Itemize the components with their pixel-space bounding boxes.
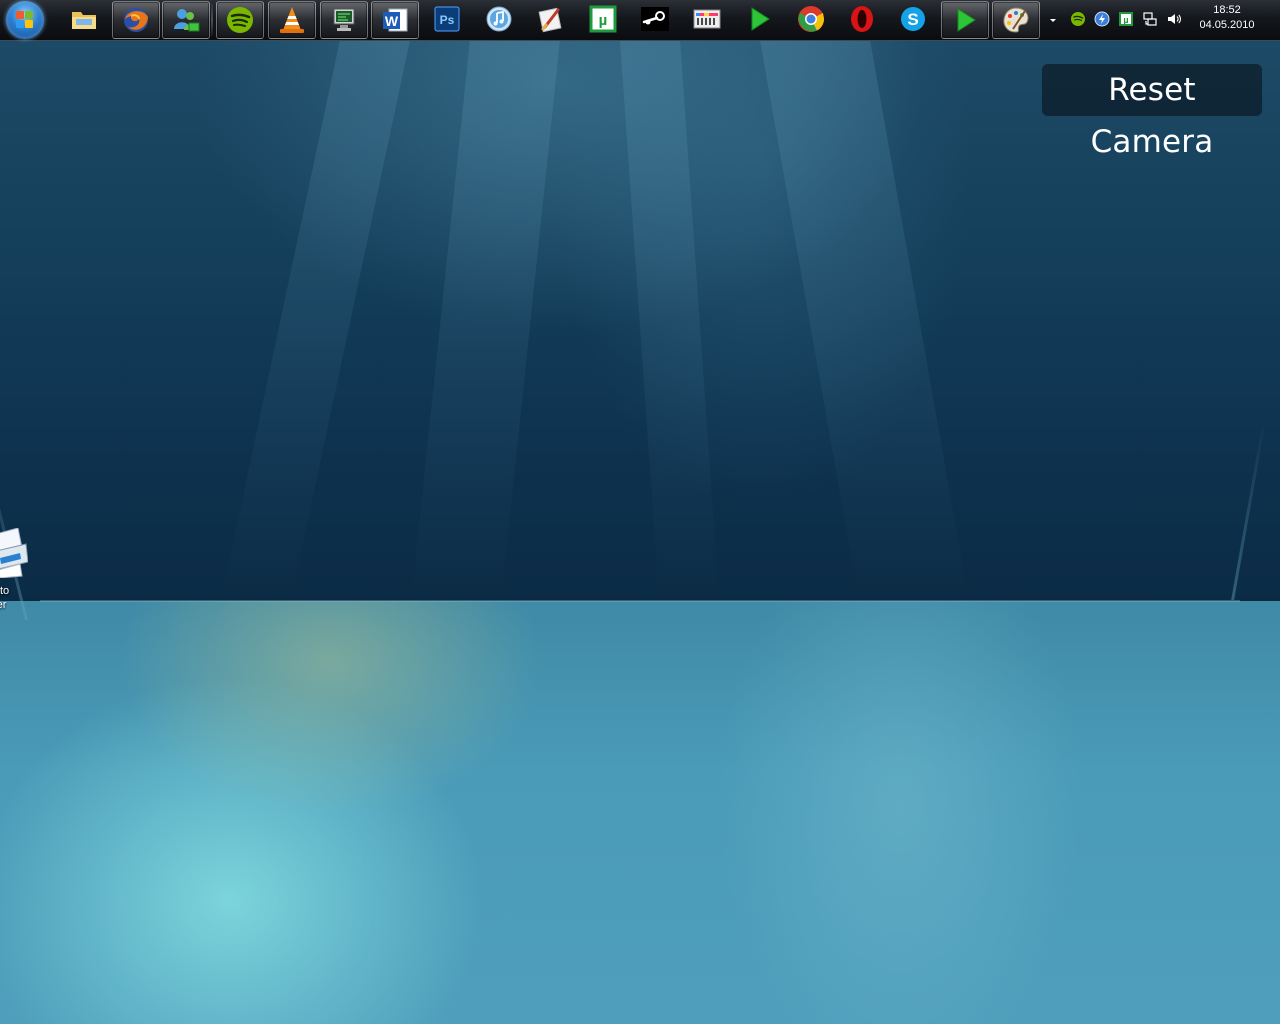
- taskbar: W Ps µ S µ 18:52 04.05.2010: [0, 0, 1280, 41]
- taskbar-spotify[interactable]: [216, 1, 264, 39]
- word-icon: W: [383, 8, 408, 32]
- itunes-icon: [486, 6, 512, 32]
- taskbar-chrome[interactable]: [788, 1, 834, 37]
- light-ray: [411, 40, 560, 600]
- back-wall: [0, 40, 1280, 601]
- monitor-icon: [333, 8, 355, 31]
- opera-icon: [851, 6, 873, 32]
- svg-text:S: S: [907, 10, 918, 29]
- taskbar-firefox[interactable]: [112, 1, 160, 39]
- system-clock[interactable]: 18:52 04.05.2010: [1192, 3, 1262, 33]
- svg-text:µ: µ: [599, 12, 608, 29]
- taskbar-utorrent[interactable]: µ: [580, 1, 626, 37]
- taskbar-media-player-2[interactable]: [941, 1, 989, 39]
- svg-text:W: W: [385, 13, 399, 29]
- taskbar-word[interactable]: W: [371, 1, 419, 39]
- floor: [0, 601, 1280, 1024]
- equalizer-icon: [693, 9, 721, 29]
- power-icon[interactable]: [1094, 11, 1110, 27]
- light-ray: [760, 40, 969, 600]
- taskbar-messenger[interactable]: [162, 1, 210, 39]
- svg-text:µ: µ: [1123, 15, 1128, 25]
- reset-camera-button[interactable]: Reset Camera: [1042, 64, 1262, 160]
- svg-text:Ps: Ps: [440, 13, 455, 27]
- photoshop-icon: Ps: [434, 6, 460, 32]
- show-hidden-icons-arrow-icon[interactable]: [1047, 14, 1059, 26]
- taskbar-steam[interactable]: [632, 1, 678, 37]
- palette-icon: [1003, 7, 1029, 33]
- desktop-icon-label: d to ter: [0, 585, 10, 611]
- taskbar-media-player[interactable]: [736, 1, 782, 37]
- floor-edge: [40, 600, 1240, 602]
- chrome-icon: [798, 6, 824, 32]
- taskbar-explorer[interactable]: [61, 1, 107, 37]
- taskbar-skype[interactable]: S: [890, 1, 936, 37]
- taskbar-monitor-app[interactable]: [320, 1, 368, 39]
- skype-icon: S: [901, 7, 925, 31]
- steam-icon: [641, 7, 669, 31]
- spotify-icon: [227, 7, 253, 33]
- play-icon: [751, 7, 770, 31]
- taskbar-photoshop[interactable]: Ps: [424, 1, 470, 37]
- volume-icon[interactable]: [1166, 11, 1182, 27]
- brush-icon: [538, 7, 562, 33]
- taskbar-paint[interactable]: [992, 1, 1040, 39]
- vlc-cone-icon: [280, 7, 304, 33]
- desktop-background: [0, 40, 1280, 1024]
- taskbar-equalizer[interactable]: [684, 1, 730, 37]
- windows-logo-icon: [16, 11, 34, 29]
- taskbar-vlc[interactable]: [268, 1, 316, 39]
- spotify-tray-icon[interactable]: [1070, 11, 1086, 27]
- printer-icon: [0, 528, 28, 578]
- start-button[interactable]: [6, 1, 44, 39]
- light-ray: [220, 40, 410, 600]
- network-icon[interactable]: [1142, 11, 1158, 27]
- messenger-icon: [174, 9, 200, 32]
- taskbar-itunes[interactable]: [476, 1, 522, 37]
- utorrent-tray-icon[interactable]: µ: [1118, 11, 1134, 27]
- clock-date: 04.05.2010: [1199, 19, 1255, 31]
- desktop-icon-printer[interactable]: d to ter: [0, 528, 32, 612]
- light-ray: [620, 40, 720, 600]
- play-icon: [957, 8, 976, 32]
- folder-icon: [72, 12, 96, 29]
- clock-time: 18:52: [1213, 4, 1241, 16]
- utorrent-icon: µ: [589, 5, 617, 33]
- taskbar-opera[interactable]: [839, 1, 885, 37]
- taskbar-separator: [211, 4, 213, 36]
- taskbar-brush-app[interactable]: [528, 1, 574, 37]
- firefox-icon: [124, 8, 148, 32]
